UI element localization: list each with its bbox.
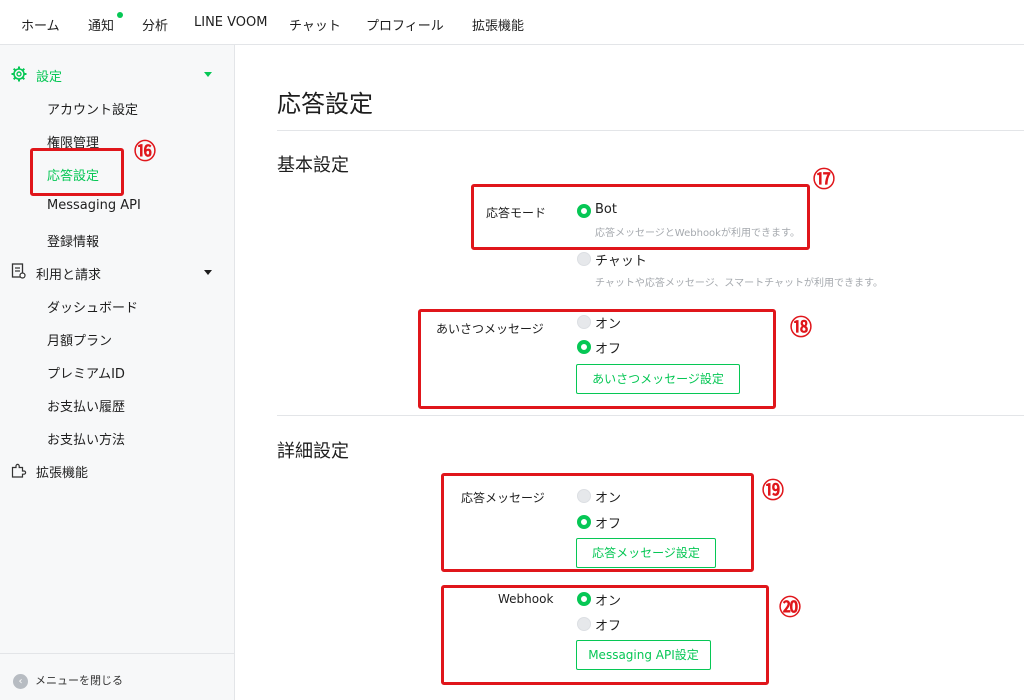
annotation-number-18: ⑱ xyxy=(790,315,813,341)
annotation-box-20 xyxy=(441,585,769,685)
sidebar-section-settings[interactable]: 設定 xyxy=(36,66,62,85)
sidebar-item-payment-history[interactable]: お支払い履歴 xyxy=(47,396,125,415)
page-title: 応答設定 xyxy=(277,90,373,118)
radio-chat-description: チャットや応答メッセージ、スマートチャットが利用できます。 xyxy=(595,278,883,289)
annotation-box-19 xyxy=(441,473,754,572)
tab-line-voom[interactable]: LINE VOOM xyxy=(194,15,268,30)
chevron-down-icon[interactable] xyxy=(204,270,212,275)
puzzle-icon xyxy=(11,462,28,482)
annotation-box-16 xyxy=(30,148,124,196)
sidebar-item-payment-method[interactable]: お支払い方法 xyxy=(47,429,125,448)
sidebar-item-premium-id[interactable]: プレミアムID xyxy=(47,363,125,382)
top-navigation: ホーム 通知 分析 LINE VOOM チャット プロフィール 拡張機能 xyxy=(0,0,1024,45)
annotation-number-17: ⑰ xyxy=(813,167,836,193)
annotation-number-16: ⑯ xyxy=(134,139,157,165)
sidebar-item-account-settings[interactable]: アカウント設定 xyxy=(47,99,138,118)
tab-notifications[interactable]: 通知 xyxy=(88,15,114,34)
annotation-box-18 xyxy=(418,309,776,409)
section-title-detail: 詳細設定 xyxy=(277,441,349,462)
tab-profile[interactable]: プロフィール xyxy=(366,15,444,34)
sidebar: 設定 アカウント設定 権限管理 応答設定 Messaging API 登録情報 … xyxy=(0,45,235,700)
sidebar-section-extensions[interactable]: 拡張機能 xyxy=(36,462,88,481)
sidebar-item-monthly-plan[interactable]: 月額プラン xyxy=(47,330,112,349)
gear-icon xyxy=(11,66,27,86)
annotation-number-20: ⑳ xyxy=(779,595,802,621)
divider xyxy=(277,415,1024,416)
document-icon xyxy=(11,263,26,283)
tab-extensions[interactable]: 拡張機能 xyxy=(472,15,524,34)
tab-analytics[interactable]: 分析 xyxy=(142,15,168,34)
divider xyxy=(277,130,1024,131)
annotation-number-19: ⑲ xyxy=(762,478,785,504)
sidebar-item-messaging-api[interactable]: Messaging API xyxy=(47,198,141,213)
sidebar-section-billing[interactable]: 利用と請求 xyxy=(36,264,101,283)
sidebar-item-dashboard[interactable]: ダッシュボード xyxy=(47,297,138,316)
tab-chat[interactable]: チャット xyxy=(289,15,341,34)
close-menu-button[interactable]: ‹ メニューを閉じる xyxy=(13,672,123,689)
tab-home[interactable]: ホーム xyxy=(21,15,60,34)
radio-chat-label[interactable]: チャット xyxy=(595,250,647,269)
sidebar-item-registration-info[interactable]: 登録情報 xyxy=(47,231,99,250)
section-title-basic: 基本設定 xyxy=(277,155,349,176)
notification-dot-icon xyxy=(117,12,123,18)
divider xyxy=(0,653,234,654)
radio-chat[interactable] xyxy=(577,252,591,266)
chevron-left-icon: ‹ xyxy=(13,673,28,689)
annotation-box-17 xyxy=(471,184,810,250)
chevron-down-icon[interactable] xyxy=(204,72,212,77)
close-menu-label: メニューを閉じる xyxy=(35,674,123,687)
